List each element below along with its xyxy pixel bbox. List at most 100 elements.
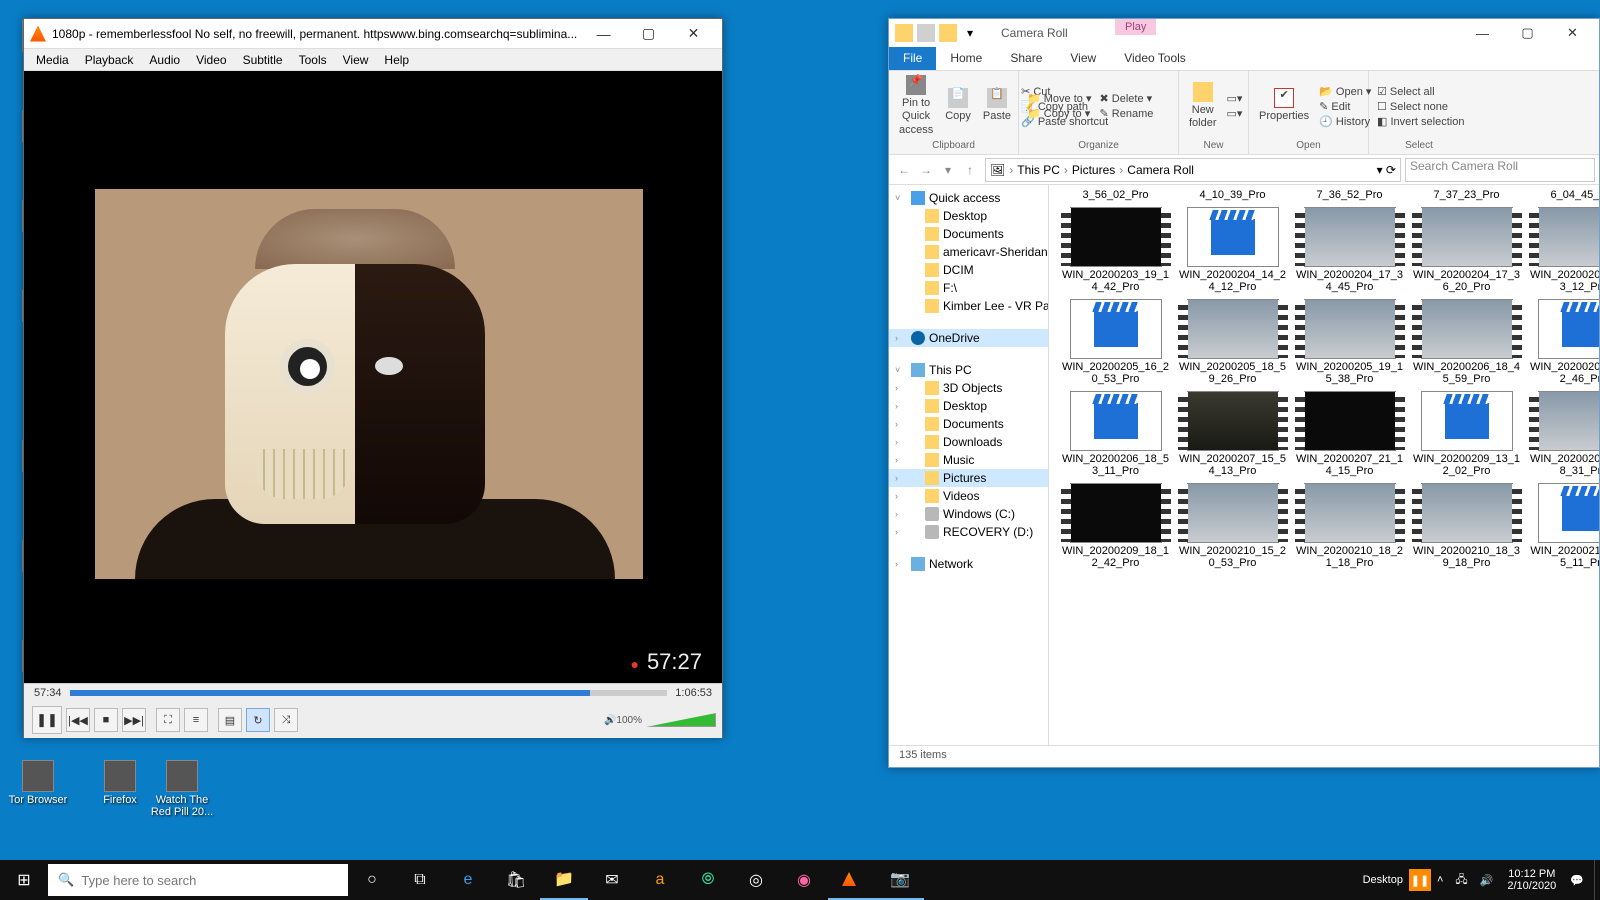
tree-item[interactable]: Desktop: [889, 207, 1048, 225]
cortana-button[interactable]: ○: [348, 860, 396, 900]
task-view-button[interactable]: ⧉: [396, 860, 444, 900]
explorer-taskbar-icon[interactable]: 📁: [540, 860, 588, 900]
file-item[interactable]: WIN_20200205_18_59_26_Pro: [1174, 299, 1291, 385]
copy-button[interactable]: 📄Copy: [939, 86, 977, 125]
file-item[interactable]: 4_10_39_Pro: [1174, 189, 1291, 201]
file-item[interactable]: WIN_20200207_21_14_15_Pro: [1291, 391, 1408, 477]
menu-help[interactable]: Help: [376, 53, 417, 67]
invert-selection-button[interactable]: ◧ Invert selection: [1373, 114, 1468, 129]
edge-icon[interactable]: e: [444, 860, 492, 900]
tab-view[interactable]: View: [1056, 47, 1110, 70]
file-item[interactable]: WIN_20200209_18_12_42_Pro: [1057, 483, 1174, 569]
ext-settings-button[interactable]: ≡: [184, 708, 208, 732]
tree-item[interactable]: ›Documents: [889, 415, 1048, 433]
mail-icon[interactable]: ✉: [588, 860, 636, 900]
file-item[interactable]: WIN_20200209_16_08_31_Pro: [1525, 391, 1599, 477]
close-button[interactable]: ✕: [1550, 20, 1595, 46]
file-item[interactable]: WIN_20200204_14_24_12_Pro: [1174, 207, 1291, 293]
mute-icon[interactable]: 🔊: [604, 715, 616, 726]
file-item[interactable]: WIN_20200206_18_45_59_Pro: [1408, 299, 1525, 385]
amazon-icon[interactable]: a: [636, 860, 684, 900]
seek-bar[interactable]: [70, 690, 668, 696]
tab-share[interactable]: Share: [996, 47, 1056, 70]
vlc-video-area[interactable]: 57:27: [24, 71, 722, 683]
tray-network-icon[interactable]: 🖧: [1449, 871, 1473, 890]
volume-slider[interactable]: [646, 713, 716, 727]
tree-item[interactable]: ˅This PC: [889, 361, 1048, 379]
file-item[interactable]: WIN_20200206_18_53_11_Pro: [1057, 391, 1174, 477]
properties-button[interactable]: ✔Properties: [1253, 86, 1315, 125]
file-item[interactable]: WIN_20200204_17_34_45_Pro: [1291, 207, 1408, 293]
tree-item[interactable]: ›Pictures: [889, 469, 1048, 487]
move-to-button[interactable]: 📁 Move to ▾: [1023, 91, 1095, 106]
start-button[interactable]: ⊞: [0, 860, 48, 900]
new-folder-button[interactable]: New folder: [1183, 80, 1223, 132]
tray-chevron-icon[interactable]: ˄: [1431, 874, 1449, 886]
tree-item[interactable]: ›Music: [889, 451, 1048, 469]
file-item[interactable]: WIN_20200204_18_03_12_Pro: [1525, 207, 1599, 293]
rename-button[interactable]: ✎ Rename: [1095, 106, 1157, 121]
minimize-button[interactable]: —: [581, 20, 626, 48]
open-button[interactable]: 📂 Open ▾: [1315, 84, 1375, 99]
up-button[interactable]: ↑: [959, 159, 981, 181]
select-all-button[interactable]: ☑ Select all: [1373, 84, 1468, 99]
tree-item[interactable]: ›Videos: [889, 487, 1048, 505]
explorer-titlebar[interactable]: ▾ Play Camera Roll — ▢ ✕: [889, 19, 1599, 47]
file-item[interactable]: 6_04_45_Pro: [1525, 189, 1599, 201]
show-desktop-button[interactable]: [1594, 860, 1600, 900]
delete-button[interactable]: ✖ Delete ▾: [1095, 91, 1157, 106]
menu-audio[interactable]: Audio: [141, 53, 188, 67]
search-input[interactable]: Search Camera Roll: [1405, 158, 1595, 182]
tree-item[interactable]: ›Windows (C:): [889, 505, 1048, 523]
recent-dropdown[interactable]: ▾: [937, 159, 959, 181]
tripadvisor-icon[interactable]: ⦾: [684, 860, 732, 900]
file-item[interactable]: WIN_20200205_16_20_53_Pro: [1057, 299, 1174, 385]
app-icon-2[interactable]: ◉: [780, 860, 828, 900]
menu-subtitle[interactable]: Subtitle: [235, 53, 291, 67]
next-button[interactable]: ▶▶|: [122, 708, 146, 732]
loop-button[interactable]: ↻: [246, 708, 270, 732]
playlist-button[interactable]: ▤: [218, 708, 242, 732]
vlc-taskbar-icon[interactable]: [828, 860, 876, 900]
file-item[interactable]: WIN_20200210_15_20_53_Pro: [1174, 483, 1291, 569]
tree-item[interactable]: F:\: [889, 279, 1048, 297]
qat-new-icon[interactable]: [939, 24, 957, 42]
tray-volume-icon[interactable]: 🔊: [1474, 874, 1500, 887]
file-item[interactable]: WIN_20200203_19_14_42_Pro: [1057, 207, 1174, 293]
app-icon[interactable]: ◎: [732, 860, 780, 900]
clock[interactable]: 10:12 PM2/10/2020: [1499, 868, 1564, 892]
breadcrumb[interactable]: 🖼› This PC› Pictures› Camera Roll ▾ ⟳: [985, 158, 1401, 182]
tab-home[interactable]: Home: [936, 47, 996, 70]
menu-playback[interactable]: Playback: [77, 53, 142, 67]
vlc-titlebar[interactable]: 1080p - rememberlessfool No self, no fre…: [24, 19, 722, 49]
menu-media[interactable]: Media: [28, 53, 77, 67]
menu-view[interactable]: View: [335, 53, 377, 67]
tray-app-icon[interactable]: ❚❚: [1409, 869, 1431, 891]
file-item[interactable]: WIN_20200209_13_12_02_Pro: [1408, 391, 1525, 477]
prev-button[interactable]: |◀◀: [66, 708, 90, 732]
qat-dropdown-icon[interactable]: ▾: [961, 24, 979, 42]
file-item[interactable]: WIN_20200210_11_15_11_Pro: [1525, 483, 1599, 569]
copy-to-button[interactable]: 📁 Copy to ▾: [1023, 106, 1095, 121]
forward-button[interactable]: →: [915, 159, 937, 181]
tree-item[interactable]: americavr-Sheridan.: [889, 243, 1048, 261]
tree-item[interactable]: DCIM: [889, 261, 1048, 279]
notifications-icon[interactable]: 💬: [1564, 874, 1590, 887]
menu-tools[interactable]: Tools: [291, 53, 335, 67]
desktop-icon[interactable]: Tor Browser: [4, 760, 72, 806]
tree-item[interactable]: ›Desktop: [889, 397, 1048, 415]
tab-file[interactable]: File: [889, 47, 936, 70]
file-item[interactable]: WIN_20200210_18_39_18_Pro: [1408, 483, 1525, 569]
maximize-button[interactable]: ▢: [1505, 20, 1550, 46]
paste-button[interactable]: 📋Paste: [977, 86, 1017, 125]
history-button[interactable]: 🕘 History: [1315, 114, 1375, 129]
maximize-button[interactable]: ▢: [626, 20, 671, 48]
file-item[interactable]: 7_36_52_Pro: [1291, 189, 1408, 201]
file-item[interactable]: WIN_20200206_18_52_46_Pro: [1525, 299, 1599, 385]
fullscreen-button[interactable]: ⛶: [156, 708, 180, 732]
tree-item[interactable]: ›Downloads: [889, 433, 1048, 451]
menu-video[interactable]: Video: [188, 53, 234, 67]
file-item[interactable]: WIN_20200207_15_54_13_Pro: [1174, 391, 1291, 477]
select-none-button[interactable]: ☐ Select none: [1373, 99, 1468, 114]
tree-item[interactable]: ›3D Objects: [889, 379, 1048, 397]
